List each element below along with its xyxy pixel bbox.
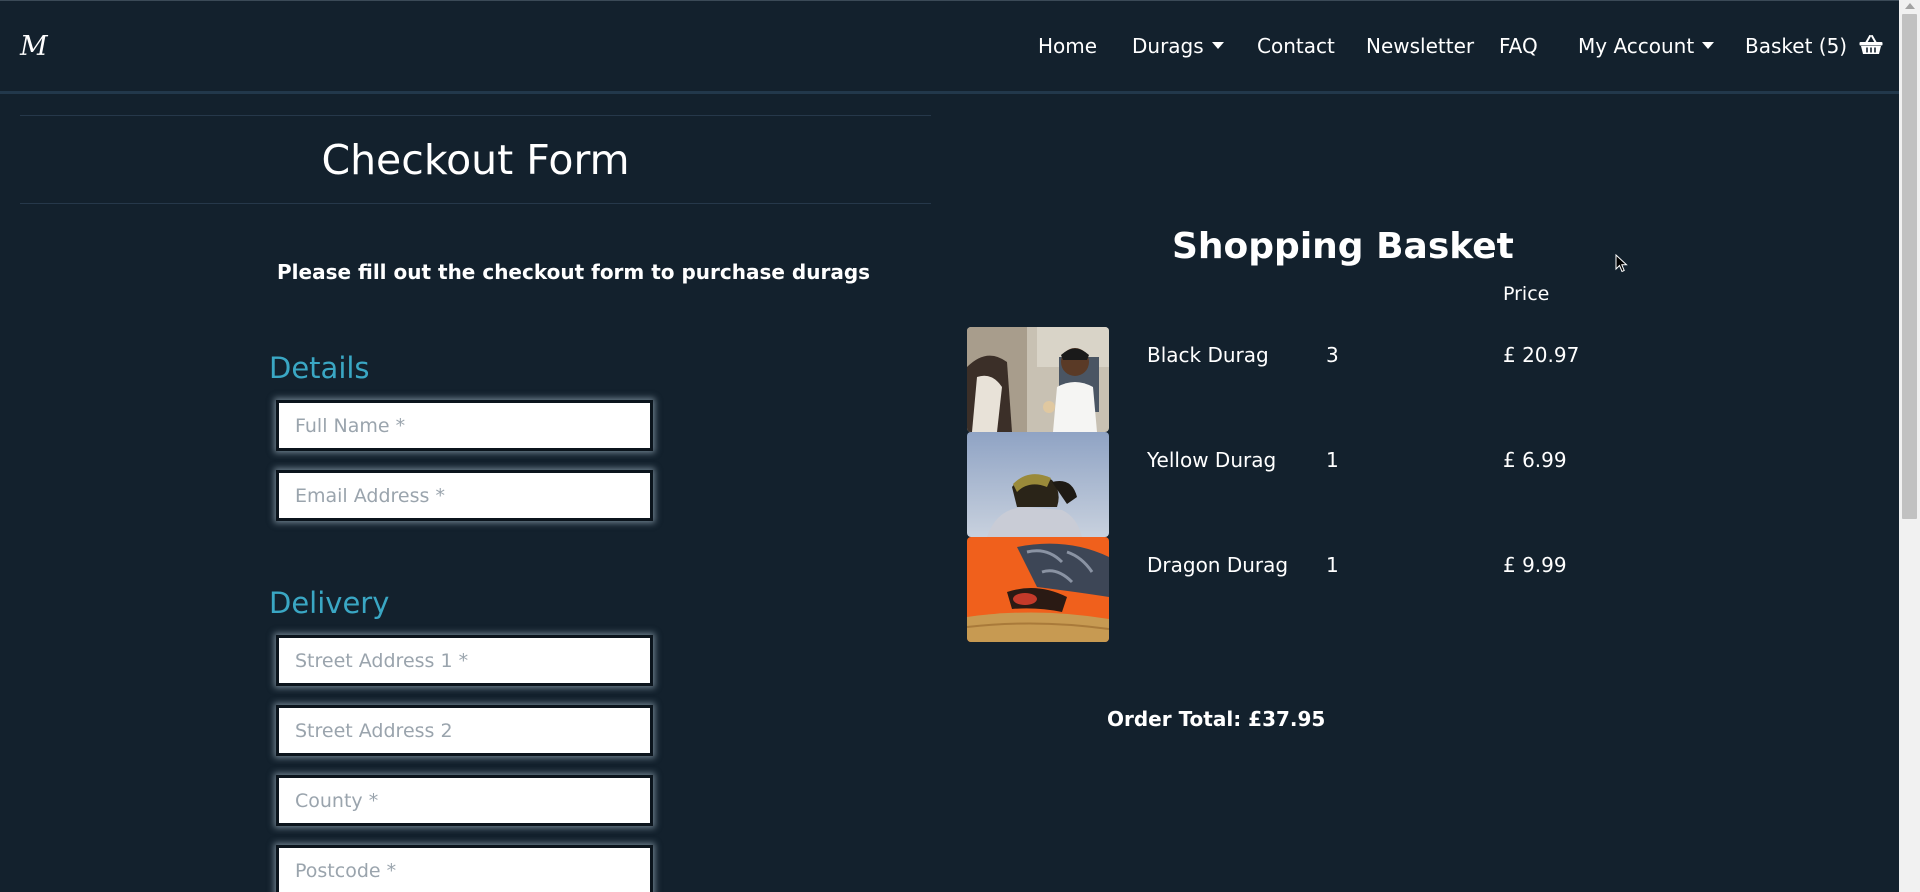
basket-item-row: Yellow Durag 1 £ 6.99 [967,432,1667,537]
item-price: £ 9.99 [1503,553,1567,577]
caret-down-icon [1702,42,1715,49]
divider-top [20,115,931,116]
nav-contact[interactable]: Contact [1257,34,1335,58]
street-address-1-input[interactable] [279,638,650,683]
order-total: Order Total: £37.95 [1107,707,1326,731]
nav-newsletter[interactable]: Newsletter [1366,34,1474,58]
mouse-cursor-icon [1615,254,1628,273]
full-name-field[interactable] [276,400,653,451]
street-address-2-field[interactable] [276,705,653,756]
page: M Home Durags Contact Newsletter FAQ My … [0,0,1920,892]
email-field[interactable] [276,470,653,521]
county-field[interactable] [276,775,653,826]
navbar: M Home Durags Contact Newsletter FAQ My … [0,0,1899,94]
black-durag-photo[interactable] [967,327,1109,432]
details-heading: Details [269,351,370,385]
item-quantity: 1 [1326,553,1339,577]
item-name: Black Durag [1147,343,1269,367]
item-price: £ 6.99 [1503,448,1567,472]
basket-item-row: Black Durag 3 £ 20.97 [967,327,1667,432]
checkout-title: Checkout Form [321,136,630,184]
scroll-up-arrow-icon[interactable] [1905,3,1915,9]
checkout-instruction: Please fill out the checkout form to pur… [277,260,871,284]
postcode-field[interactable] [276,845,653,892]
postcode-input[interactable] [279,848,650,892]
basket-title: Shopping Basket [1172,226,1514,267]
nav-my-account-dropdown[interactable]: My Account [1578,34,1715,58]
delivery-heading: Delivery [269,586,390,620]
dragon-durag-photo[interactable] [967,537,1109,642]
basket-item-row: Dragon Durag 1 £ 9.99 [967,537,1667,642]
full-name-input[interactable] [279,403,650,448]
nav-basket-label: Basket (5) [1745,34,1848,58]
item-name: Yellow Durag [1147,448,1277,472]
item-quantity: 3 [1326,343,1339,367]
price-column-header: Price [1503,283,1550,305]
nav-home[interactable]: Home [1038,34,1097,58]
county-input[interactable] [279,778,650,823]
street-address-2-input[interactable] [279,708,650,753]
divider-bottom [20,203,931,204]
item-quantity: 1 [1326,448,1339,472]
basket-icon [1859,34,1883,54]
item-name: Dragon Durag [1147,553,1289,577]
page-scrollbar[interactable] [1899,0,1920,892]
nav-basket[interactable]: Basket (5) [1745,34,1883,58]
item-price: £ 20.97 [1503,343,1580,367]
caret-down-icon [1211,42,1224,49]
street-address-1-field[interactable] [276,635,653,686]
scrollbar-thumb[interactable] [1902,14,1917,519]
yellow-durag-photo[interactable] [967,432,1109,537]
nav-my-account-label: My Account [1578,34,1695,58]
nav-faq[interactable]: FAQ [1499,34,1538,58]
nav-durags-dropdown[interactable]: Durags [1132,34,1224,58]
brand-logo[interactable]: M [20,31,48,62]
nav-durags-label: Durags [1132,34,1204,58]
email-input[interactable] [279,473,650,518]
